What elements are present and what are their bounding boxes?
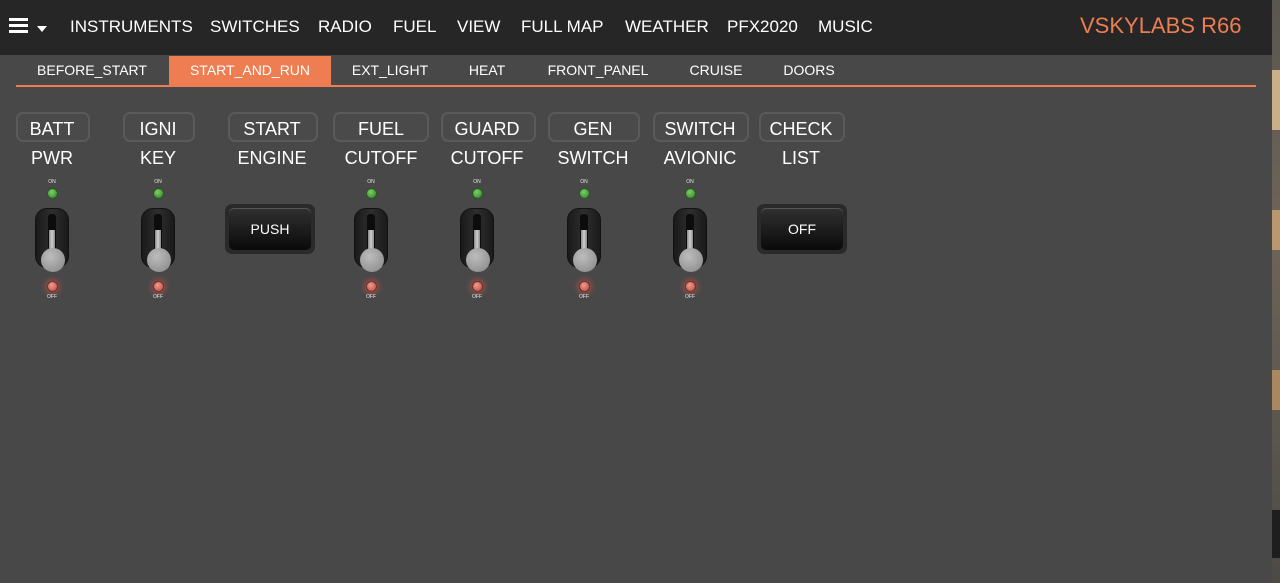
guard-cutoff-toggle[interactable]	[460, 208, 494, 274]
nav-switches[interactable]: SWITCHES	[210, 17, 300, 37]
batt-on-indicator	[47, 188, 58, 199]
avionic-switch-toggle[interactable]	[673, 208, 707, 274]
batt-off-indicator	[47, 281, 58, 292]
batt-pwr-toggle[interactable]	[35, 208, 69, 274]
igni-key-toggle[interactable]	[141, 208, 175, 274]
avionic-on-caption: ON	[686, 179, 694, 185]
avionic-off-caption: OFF	[685, 294, 695, 300]
fuel-off-caption: OFF	[366, 294, 376, 300]
nav-instruments[interactable]: INSTRUMENTS	[70, 17, 193, 37]
tab-cruise[interactable]: CRUISE	[678, 56, 754, 85]
gen-off-indicator	[579, 281, 590, 292]
gen-on-caption: ON	[580, 179, 588, 185]
nav-radio[interactable]: RADIO	[318, 17, 372, 37]
tab-start-and-run[interactable]: START_AND_RUN	[169, 56, 331, 85]
fuel-on-caption: ON	[367, 179, 375, 185]
igni-off-indicator	[153, 281, 164, 292]
fuel-label-line1: FUEL	[357, 119, 404, 139]
brand-title: VSKYLABS R66	[1080, 13, 1242, 38]
checklist-button-label: OFF	[788, 221, 816, 237]
batt-label-line1: BATT	[29, 119, 75, 139]
checklist-button[interactable]: OFF	[757, 204, 847, 254]
guard-on-indicator	[472, 188, 483, 199]
tab-ext-light[interactable]: EXT_LIGHT	[337, 56, 443, 85]
gen-switch-toggle[interactable]	[567, 208, 601, 274]
guard-on-caption: ON	[473, 179, 481, 185]
igni-on-indicator	[153, 188, 164, 199]
gen-label-line1: GEN	[573, 119, 613, 139]
nav-weather[interactable]: WEATHER	[625, 17, 709, 37]
avionic-off-indicator	[685, 281, 696, 292]
igni-label-line1: IGNI	[139, 119, 177, 139]
batt-off-caption: OFF	[47, 294, 57, 300]
tab-before-start[interactable]: BEFORE_START	[20, 56, 164, 85]
start-label-line2: ENGINE	[237, 148, 307, 168]
gen-off-caption: OFF	[579, 294, 589, 300]
top-navigation-bar: INSTRUMENTS SWITCHES RADIO FUEL VIEW FUL…	[0, 0, 1272, 55]
chevron-down-icon	[37, 26, 47, 32]
igni-off-caption: OFF	[153, 294, 163, 300]
fuel-cutoff-toggle[interactable]	[354, 208, 388, 274]
guard-label-line2: CUTOFF	[450, 148, 524, 168]
nav-full-map[interactable]: FULL MAP	[521, 17, 604, 37]
guard-off-caption: OFF	[472, 294, 482, 300]
fuel-label-line2: CUTOFF	[344, 148, 418, 168]
tab-underline	[16, 85, 1256, 87]
igni-on-caption: ON	[154, 179, 162, 185]
fuel-on-indicator	[366, 188, 377, 199]
right-edge-strip	[1272, 0, 1280, 583]
guard-off-indicator	[472, 281, 483, 292]
nav-pfx2020[interactable]: PFX2020	[727, 17, 798, 37]
tab-doors[interactable]: DOORS	[770, 56, 848, 85]
tab-heat[interactable]: HEAT	[455, 56, 519, 85]
nav-music[interactable]: MUSIC	[818, 17, 873, 37]
avionic-on-indicator	[685, 188, 696, 199]
nav-view[interactable]: VIEW	[457, 17, 500, 37]
gen-label-line2: SWITCH	[557, 148, 629, 168]
fuel-off-indicator	[366, 281, 377, 292]
batt-label-line2: PWR	[31, 148, 73, 168]
gen-on-indicator	[579, 188, 590, 199]
avionic-label-line2: AVIONIC	[663, 148, 737, 168]
start-engine-button-label: PUSH	[250, 221, 290, 237]
batt-on-caption: ON	[48, 179, 56, 185]
checklist-label-line1: CHECK	[769, 119, 833, 139]
avionic-label-line1: SWITCH	[664, 119, 736, 139]
tab-front-panel[interactable]: FRONT_PANEL	[534, 56, 662, 85]
igni-label-line2: KEY	[139, 148, 177, 168]
start-label-line1: START	[243, 119, 301, 139]
nav-fuel[interactable]: FUEL	[393, 17, 436, 37]
guard-label-line1: GUARD	[454, 119, 520, 139]
menu-button[interactable]	[9, 18, 49, 38]
start-engine-button[interactable]: PUSH	[225, 204, 315, 254]
checklist-label-line2: LIST	[781, 148, 820, 168]
